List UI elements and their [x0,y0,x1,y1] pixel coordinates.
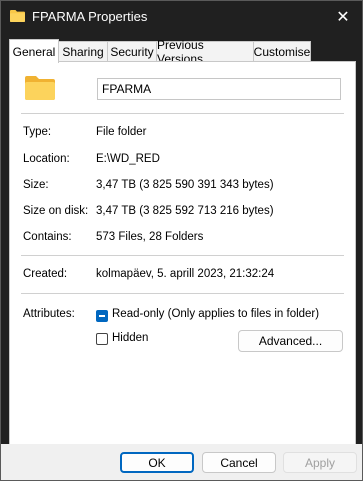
size-value: 3,47 TB (3 825 590 391 343 bytes) [96,179,274,191]
close-icon: ✕ [336,9,350,26]
created-label: Created: [23,268,68,280]
properties-window: FPARMA Properties ✕ General Sharing Secu… [0,0,363,481]
location-value: E:\WD_RED [96,153,160,165]
window-title: FPARMA Properties [32,9,148,24]
folder-icon [10,10,25,22]
hidden-checkbox[interactable] [96,333,108,345]
folder-name-input[interactable] [97,78,341,100]
general-panel: Type: File folder Location: E:\WD_RED Si… [9,61,356,445]
folder-icon [25,76,55,100]
type-label: Type: [23,126,52,138]
tab-label: Security [110,45,154,59]
readonly-checkbox[interactable] [96,310,108,322]
contains-label: Contains: [23,231,72,243]
title-bar[interactable]: FPARMA Properties ✕ [1,1,362,33]
size-label: Size: [23,179,49,191]
tab-sharing[interactable]: Sharing [58,41,108,62]
tab-customise[interactable]: Customise [253,41,311,62]
tab-label: Customise [253,45,311,59]
tab-label: Sharing [62,45,104,59]
tab-strip: General Sharing Security Previous Versio… [9,38,354,66]
divider [21,113,344,114]
cancel-button[interactable]: Cancel [202,452,276,473]
apply-button[interactable]: Apply [283,452,357,473]
tab-security[interactable]: Security [107,41,157,62]
hidden-label: Hidden [112,332,149,344]
created-value: kolmapäev, 5. aprill 2023, 21:32:24 [96,268,275,280]
readonly-label: Read-only (Only applies to files in fold… [112,308,320,320]
divider [21,255,344,256]
button-bar: OK Cancel Apply [1,444,362,480]
tab-general[interactable]: General [9,39,59,63]
close-button[interactable]: ✕ [328,3,358,31]
size-on-disk-label: Size on disk: [23,205,89,217]
ok-button[interactable]: OK [120,452,194,473]
divider [21,293,344,294]
tab-previous-versions[interactable]: Previous Versions [156,38,254,66]
type-value: File folder [96,126,147,138]
attributes-label: Attributes: [23,308,75,320]
location-label: Location: [23,153,70,165]
tab-label: General [12,44,56,59]
size-on-disk-value: 3,47 TB (3 825 592 713 216 bytes) [96,205,274,217]
contains-value: 573 Files, 28 Folders [96,231,204,243]
advanced-button[interactable]: Advanced... [238,330,343,352]
